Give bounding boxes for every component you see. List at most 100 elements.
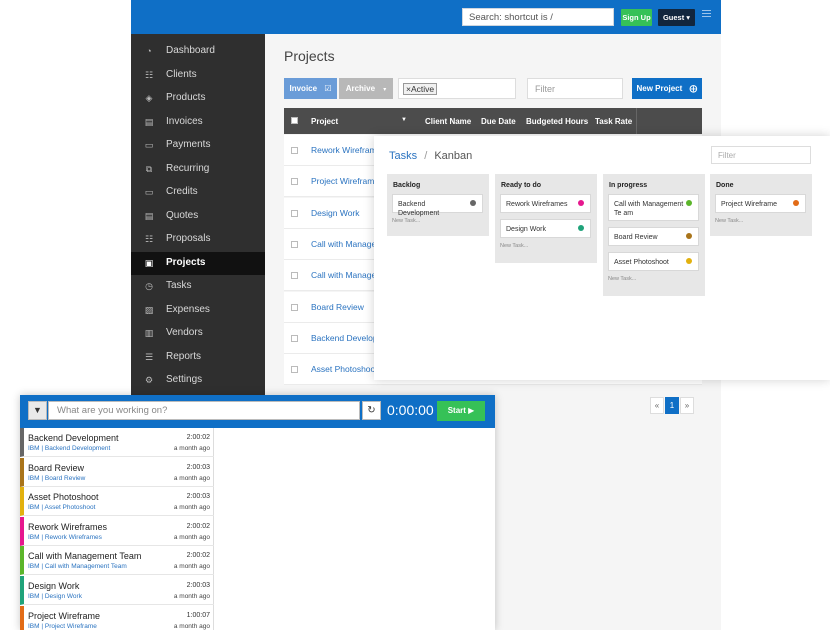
time-entry-ago: a month ago bbox=[173, 593, 210, 600]
filter-icon[interactable]: ▼ bbox=[28, 401, 47, 420]
project-name-link[interactable]: Call with Manager bbox=[311, 239, 379, 249]
color-dot-icon bbox=[578, 225, 584, 231]
kanban-column-title: Backlog bbox=[393, 182, 421, 189]
sidebar-item-quotes[interactable]: ▤ Quotes bbox=[131, 205, 265, 228]
breadcrumb-current: Kanban bbox=[434, 150, 473, 162]
time-entry-client-link[interactable]: IBM | Rework Wireframes bbox=[28, 534, 102, 541]
kanban-card[interactable]: Board Review bbox=[608, 227, 699, 246]
new-task-link[interactable]: New Task... bbox=[715, 218, 743, 224]
projects-filter-input[interactable]: Filter bbox=[527, 78, 623, 99]
project-name-link[interactable]: Asset Photoshoot bbox=[311, 364, 378, 374]
sign-up-button[interactable]: Sign Up bbox=[621, 9, 652, 26]
sidebar-item-reports[interactable]: ☰ Reports bbox=[131, 346, 265, 369]
new-project-button[interactable]: New Project ⨁ bbox=[632, 78, 702, 99]
sidebar-item-tasks[interactable]: ◷ Tasks bbox=[131, 275, 265, 298]
sidebar-item-invoices[interactable]: ▤ Invoices bbox=[131, 111, 265, 134]
kanban-card[interactable]: Asset Photoshoot bbox=[608, 252, 699, 271]
refresh-icon[interactable]: ↻ bbox=[362, 401, 381, 420]
sidebar-item-credits[interactable]: ▭ Credits bbox=[131, 181, 265, 204]
column-header-task-rate[interactable]: Task Rate bbox=[595, 117, 632, 126]
sidebar-item-products[interactable]: ◈ Products bbox=[131, 87, 265, 110]
th-large-icon: ☷ bbox=[144, 234, 154, 244]
column-header-project[interactable]: Project bbox=[311, 117, 338, 126]
kanban-filter-input[interactable]: Filter bbox=[711, 146, 811, 164]
sidebar-item-label: Quotes bbox=[166, 209, 199, 221]
sidebar-item-payments[interactable]: ▭ Payments bbox=[131, 134, 265, 157]
archive-button[interactable]: Archive ▾ bbox=[339, 78, 393, 99]
sidebar-item-clients[interactable]: ☷ Clients bbox=[131, 64, 265, 87]
status-filter-select[interactable]: ×Active bbox=[398, 78, 516, 99]
time-entry[interactable]: Asset Photoshoot IBM | Asset Photoshoot 2:… bbox=[20, 487, 214, 517]
kanban-column-in-progress: In progress Call with Management Te am Boa… bbox=[603, 174, 705, 296]
page-1-button[interactable]: 1 bbox=[665, 397, 679, 414]
project-name-link[interactable]: Rework Wireframe bbox=[311, 145, 381, 155]
time-entry-title: Asset Photoshoot bbox=[28, 492, 99, 503]
check-square-icon: ☑ bbox=[324, 84, 332, 93]
time-entry-client-link[interactable]: IBM | Asset Photoshoot bbox=[28, 504, 95, 511]
sidebar-item-proposals[interactable]: ☷ Proposals bbox=[131, 228, 265, 251]
time-entry[interactable]: Design Work IBM | Design Work 2:00:03 a mon… bbox=[20, 576, 214, 605]
sidebar-item-vendors[interactable]: ▥ Vendors bbox=[131, 322, 265, 345]
time-entry[interactable]: Call with Management Team IBM | Call with… bbox=[20, 546, 214, 576]
project-name-link[interactable]: Design Work bbox=[311, 208, 360, 218]
project-name-link[interactable]: Board Review bbox=[311, 302, 364, 312]
task-description-input[interactable]: What are you working on? bbox=[48, 401, 360, 420]
row-checkbox[interactable] bbox=[291, 209, 298, 217]
active-filter-chip[interactable]: ×Active bbox=[403, 83, 438, 95]
time-entry[interactable]: Rework Wireframes IBM | Rework Wireframes… bbox=[20, 516, 214, 546]
project-name-link[interactable]: Call with Manager bbox=[311, 270, 379, 280]
time-entry-client-link[interactable]: IBM | Backend Development bbox=[28, 445, 110, 452]
kanban-card-title: Project Wireframe bbox=[721, 201, 778, 208]
kanban-card[interactable]: Design Work bbox=[500, 219, 591, 238]
invoice-button[interactable]: Invoice ☑ bbox=[284, 78, 337, 99]
column-header-budgeted-hours[interactable]: Budgeted Hours bbox=[526, 117, 588, 126]
file-image-icon: ▨ bbox=[144, 304, 154, 315]
top-navbar: Search: shortcut is / Sign Up Guest ▾ bbox=[131, 0, 721, 34]
kanban-card[interactable]: Backend Development bbox=[392, 194, 483, 217]
row-checkbox[interactable] bbox=[291, 240, 298, 248]
sidebar-item-dashboard[interactable]: ◔ Dashboard bbox=[131, 40, 265, 63]
kanban-card-title: Backend Development bbox=[398, 201, 440, 217]
time-entry-client-link[interactable]: IBM | Design Work bbox=[28, 593, 82, 600]
time-entry-client-link[interactable]: IBM | Board Review bbox=[28, 475, 85, 482]
menu-toggle-icon[interactable] bbox=[702, 10, 711, 19]
time-entry[interactable]: Project Wireframe IBM | Project Wireframe… bbox=[20, 605, 214, 630]
project-name-link[interactable]: Project Wireframe bbox=[311, 176, 379, 186]
kanban-column-title: In progress bbox=[609, 182, 648, 189]
row-checkbox[interactable] bbox=[291, 303, 298, 311]
new-task-link[interactable]: New Task... bbox=[608, 276, 636, 282]
breadcrumb-tasks-link[interactable]: Tasks bbox=[389, 150, 417, 162]
dashboard-icon: ◔ bbox=[146, 46, 152, 56]
plus-circle-icon: ⨁ bbox=[689, 84, 698, 93]
kanban-card[interactable]: Call with Management Te am bbox=[608, 194, 699, 221]
sidebar-item-projects[interactable]: ▣ Projects bbox=[131, 251, 265, 275]
row-checkbox[interactable] bbox=[291, 147, 298, 154]
time-entry-client-link[interactable]: IBM | Call with Management Team bbox=[28, 563, 127, 570]
next-page-button[interactable]: » bbox=[680, 397, 694, 414]
kanban-card[interactable]: Rework Wireframes bbox=[500, 194, 591, 213]
new-task-link[interactable]: New Task... bbox=[392, 218, 420, 224]
time-entry[interactable]: Backend Development IBM | Backend Develop… bbox=[20, 428, 214, 457]
time-entry-ago: a month ago bbox=[173, 533, 210, 541]
time-entry[interactable]: Board Review IBM | Board Review 2:00:03 a m… bbox=[20, 457, 214, 487]
credit-card-icon: ▭ bbox=[144, 187, 154, 197]
column-header-client[interactable]: Client Name bbox=[425, 117, 471, 126]
time-entry-ago: a month ago bbox=[173, 474, 210, 482]
kanban-card[interactable]: Project Wireframe bbox=[715, 194, 806, 213]
prev-page-button[interactable]: « bbox=[650, 397, 664, 414]
row-checkbox[interactable] bbox=[291, 272, 298, 280]
guest-menu-button[interactable]: Guest ▾ bbox=[658, 9, 695, 26]
row-checkbox[interactable] bbox=[291, 178, 298, 186]
sidebar-item-recurring[interactable]: ⧉ Recurring bbox=[131, 158, 265, 181]
row-checkbox[interactable] bbox=[291, 334, 298, 342]
start-button[interactable]: Start ▶ bbox=[437, 401, 485, 421]
select-all-checkbox[interactable] bbox=[291, 117, 298, 124]
time-entry-client-link[interactable]: IBM | Project Wireframe bbox=[28, 623, 97, 630]
sidebar-item-settings[interactable]: ⚙ Settings bbox=[131, 369, 265, 392]
project-name-link[interactable]: Backend Developr bbox=[311, 333, 380, 343]
new-task-link[interactable]: New Task... bbox=[500, 243, 528, 249]
column-header-due-date[interactable]: Due Date bbox=[481, 117, 516, 126]
row-checkbox[interactable] bbox=[291, 366, 298, 374]
search-input[interactable]: Search: shortcut is / bbox=[462, 8, 614, 26]
sidebar-item-expenses[interactable]: ▨ Expenses bbox=[131, 299, 265, 322]
